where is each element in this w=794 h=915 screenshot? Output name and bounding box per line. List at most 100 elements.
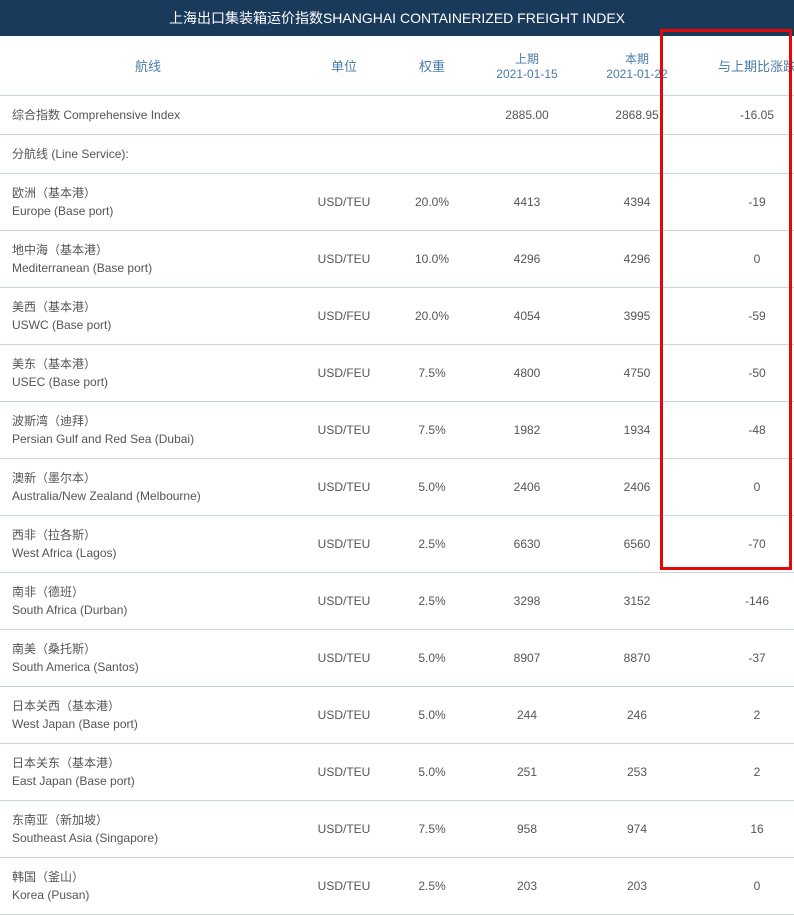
prev-cell: 3298 [472, 573, 582, 630]
unit-cell [296, 96, 392, 135]
curr-cell: 4296 [582, 231, 692, 288]
header-curr: 本期 2021-01-22 [582, 36, 692, 96]
weight-cell: 7.5% [392, 801, 472, 858]
change-cell: 2 [692, 744, 794, 801]
weight-cell: 20.0% [392, 288, 472, 345]
unit-cell: USD/TEU [296, 744, 392, 801]
curr-cell: 3152 [582, 573, 692, 630]
table-row: 地中海（基本港）Mediterranean (Base port)USD/TEU… [0, 231, 794, 288]
prev-cell: 244 [472, 687, 582, 744]
weight-cell: 5.0% [392, 459, 472, 516]
header-route: 航线 [0, 36, 296, 96]
unit-cell: USD/TEU [296, 858, 392, 915]
route-cell: 日本关东（基本港）East Japan (Base port) [0, 744, 296, 801]
route-en: USWC (Base port) [12, 316, 290, 334]
header-row: 航线 单位 权重 上期 2021-01-15 本期 2021-01-22 与上期… [0, 36, 794, 96]
prev-cell: 2885.00 [472, 96, 582, 135]
route-cn: 韩国（釜山） [12, 868, 290, 886]
change-cell: 16 [692, 801, 794, 858]
table-row: 南非（德班）South Africa (Durban)USD/TEU2.5%32… [0, 573, 794, 630]
route-en: Southeast Asia (Singapore) [12, 829, 290, 847]
prev-cell [472, 135, 582, 174]
prev-cell: 251 [472, 744, 582, 801]
curr-cell: 253 [582, 744, 692, 801]
route-cell: 东南亚（新加坡）Southeast Asia (Singapore) [0, 801, 296, 858]
change-cell: -37 [692, 630, 794, 687]
route-cn: 西非（拉各斯） [12, 526, 290, 544]
prev-cell: 1982 [472, 402, 582, 459]
weight-cell: 7.5% [392, 402, 472, 459]
prev-cell: 4413 [472, 174, 582, 231]
route-cell: 欧洲（基本港）Europe (Base port) [0, 174, 296, 231]
table-row: 澳新（墨尔本）Australia/New Zealand (Melbourne)… [0, 459, 794, 516]
curr-cell: 3995 [582, 288, 692, 345]
route-cn: 日本关西（基本港） [12, 697, 290, 715]
route-cn: 澳新（墨尔本） [12, 469, 290, 487]
change-cell: 0 [692, 858, 794, 915]
change-cell: 2 [692, 687, 794, 744]
weight-cell: 5.0% [392, 630, 472, 687]
route-en: South America (Santos) [12, 658, 290, 676]
weight-cell: 5.0% [392, 687, 472, 744]
route-cell: 美东（基本港）USEC (Base port) [0, 345, 296, 402]
change-cell: -59 [692, 288, 794, 345]
table-body: 综合指数 Comprehensive Index2885.002868.95-1… [0, 96, 794, 915]
unit-cell: USD/TEU [296, 801, 392, 858]
change-cell: 0 [692, 231, 794, 288]
unit-cell: USD/TEU [296, 174, 392, 231]
route-en: USEC (Base port) [12, 373, 290, 391]
change-cell: -16.05 [692, 96, 794, 135]
route-cell: 南美（桑托斯）South America (Santos) [0, 630, 296, 687]
route-cell: 韩国（釜山）Korea (Pusan) [0, 858, 296, 915]
weight-cell: 10.0% [392, 231, 472, 288]
unit-cell: USD/FEU [296, 345, 392, 402]
weight-cell: 5.0% [392, 744, 472, 801]
prev-cell: 2406 [472, 459, 582, 516]
header-prev-label: 上期 [478, 50, 576, 67]
route-cn: 地中海（基本港） [12, 241, 290, 259]
prev-cell: 4800 [472, 345, 582, 402]
route-cell: 波斯湾（迪拜）Persian Gulf and Red Sea (Dubai) [0, 402, 296, 459]
route-cell: 地中海（基本港）Mediterranean (Base port) [0, 231, 296, 288]
weight-cell: 7.5% [392, 345, 472, 402]
unit-cell: USD/TEU [296, 573, 392, 630]
prev-cell: 6630 [472, 516, 582, 573]
table-row: 美东（基本港）USEC (Base port)USD/FEU7.5%480047… [0, 345, 794, 402]
header-prev: 上期 2021-01-15 [472, 36, 582, 96]
route-cn: 欧洲（基本港） [12, 184, 290, 202]
route-cn: 分航线 (Line Service): [12, 145, 290, 163]
change-cell: 0 [692, 459, 794, 516]
route-en: South Africa (Durban) [12, 601, 290, 619]
change-cell: -48 [692, 402, 794, 459]
route-en: Mediterranean (Base port) [12, 259, 290, 277]
curr-cell: 4394 [582, 174, 692, 231]
route-cn: 南非（德班） [12, 583, 290, 601]
freight-index-table: 航线 单位 权重 上期 2021-01-15 本期 2021-01-22 与上期… [0, 36, 794, 915]
table-row: 西非（拉各斯）West Africa (Lagos)USD/TEU2.5%663… [0, 516, 794, 573]
header-prev-date: 2021-01-15 [478, 67, 576, 81]
header-change: 与上期比涨跌 [692, 36, 794, 96]
route-en: Persian Gulf and Red Sea (Dubai) [12, 430, 290, 448]
curr-cell: 8870 [582, 630, 692, 687]
route-cell: 日本关西（基本港）West Japan (Base port) [0, 687, 296, 744]
header-unit: 单位 [296, 36, 392, 96]
prev-cell: 958 [472, 801, 582, 858]
table-row: 日本关东（基本港）East Japan (Base port)USD/TEU5.… [0, 744, 794, 801]
route-cn: 波斯湾（迪拜） [12, 412, 290, 430]
route-cell: 南非（德班）South Africa (Durban) [0, 573, 296, 630]
unit-cell: USD/TEU [296, 516, 392, 573]
unit-cell: USD/TEU [296, 459, 392, 516]
route-en: Europe (Base port) [12, 202, 290, 220]
curr-cell: 246 [582, 687, 692, 744]
scfi-table-container: 上海出口集装箱运价指数SHANGHAI CONTAINERIZED FREIGH… [0, 0, 794, 915]
curr-cell [582, 135, 692, 174]
curr-cell: 6560 [582, 516, 692, 573]
route-cell: 分航线 (Line Service): [0, 135, 296, 174]
route-en: West Japan (Base port) [12, 715, 290, 733]
weight-cell: 2.5% [392, 573, 472, 630]
prev-cell: 8907 [472, 630, 582, 687]
table-row: 日本关西（基本港）West Japan (Base port)USD/TEU5.… [0, 687, 794, 744]
prev-cell: 203 [472, 858, 582, 915]
curr-cell: 203 [582, 858, 692, 915]
header-weight: 权重 [392, 36, 472, 96]
